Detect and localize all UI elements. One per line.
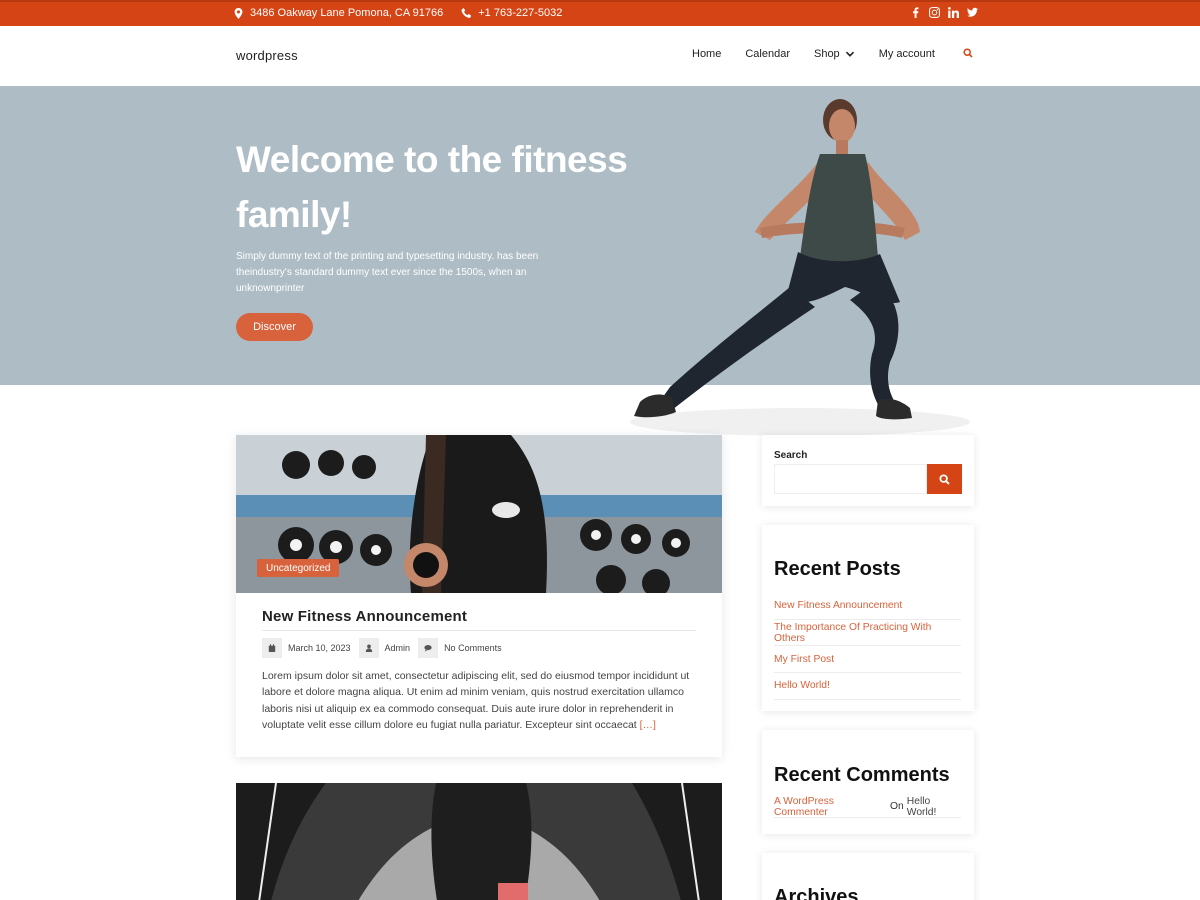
recent-comments-widget: Recent Comments A WordPress Commenter On… [762,730,974,834]
top-bar: 3486 Oakway Lane Pomona, CA 91766 +1 763… [0,0,1200,26]
comments-icon [418,638,439,658]
recent-posts-title: Recent Posts [774,558,901,580]
archives-title: Archives [774,886,859,900]
recent-post-link[interactable]: New Fitness Announcement [774,593,961,620]
phone-icon [461,7,472,18]
nav-item-shop[interactable]: Shop [814,48,855,60]
phone-text: +1 763-227-5032 [478,7,563,19]
social-links [910,7,978,18]
post-card-2[interactable] [236,783,722,900]
search-input[interactable] [774,464,927,494]
post-featured-image[interactable]: Uncategorized [236,435,722,593]
phone-item: +1 763-227-5032 [461,7,562,19]
post-excerpt: Lorem ipsum dolor sit amet, consectetur … [262,668,702,733]
contact-info: 3486 Oakway Lane Pomona, CA 91766 +1 763… [233,7,562,19]
read-more-link[interactable]: […] [640,719,656,731]
nav-item-home[interactable]: Home [692,48,721,60]
recent-post-link[interactable]: Hello World! [774,673,961,700]
post-card: Uncategorized New Fitness Announcement M… [236,435,722,757]
archives-widget: Archives [762,853,974,900]
post-2-image [236,783,722,900]
calendar-icon [262,638,282,658]
nav-item-calendar[interactable]: Calendar [745,48,790,60]
map-marker-icon [234,7,243,19]
hero-text: Simply dummy text of the printing and ty… [236,251,539,294]
main-nav: Home Calendar Shop My account [692,48,973,60]
recent-comments-title: Recent Comments [774,764,950,786]
excerpt-text: Lorem ipsum dolor sit amet, consectetur … [262,670,690,731]
recent-posts-list: New Fitness Announcement The Importance … [774,593,961,700]
address-text: 3486 Oakway Lane Pomona, CA 91766 [250,7,444,19]
facebook-icon[interactable] [910,7,921,18]
search-label: Search [774,450,808,461]
linkedin-icon[interactable] [948,7,959,18]
recent-post-link[interactable]: My First Post [774,646,961,674]
instagram-icon[interactable] [929,7,940,18]
recent-posts-widget: Recent Posts New Fitness Announcement Th… [762,525,974,711]
chevron-down-icon [845,51,854,57]
site-title[interactable]: wordpress [236,48,298,63]
address-item: 3486 Oakway Lane Pomona, CA 91766 [233,7,443,19]
discover-button[interactable]: Discover [236,313,313,341]
athlete-image [630,99,970,436]
divider [262,630,696,631]
nav-label: Shop [813,48,840,60]
post-comments[interactable]: No Comments [444,643,502,653]
post-author[interactable]: Admin [385,643,411,653]
header-search-button[interactable] [963,48,973,60]
search-icon [963,48,973,58]
post-title[interactable]: New Fitness Announcement [262,608,467,625]
site-header: wordpress Home Calendar Shop My account [0,26,1200,86]
comment-on-text: On [890,801,904,812]
search-widget: Search [762,435,974,506]
nav-label: My account [878,48,935,60]
recent-comment-item: A WordPress Commenter On Hello World! [774,796,961,818]
nav-item-my-account[interactable]: My account [879,48,935,60]
recent-post-link[interactable]: The Importance Of Practicing With Others [774,620,961,647]
nav-label: Calendar [745,48,790,60]
search-icon [939,473,950,485]
nav-label: Home [692,48,722,60]
comment-author-link[interactable]: A WordPress Commenter [774,796,887,818]
twitter-icon[interactable] [967,7,978,18]
search-submit-button[interactable] [927,464,962,494]
post-meta: March 10, 2023 Admin No Comments [262,638,510,658]
hero-title: Welcome to the fitness family! [236,139,628,235]
comment-post-link[interactable]: Hello World! [907,796,961,818]
post-date[interactable]: March 10, 2023 [288,643,351,653]
category-badge[interactable]: Uncategorized [257,559,340,577]
user-icon [358,638,379,658]
